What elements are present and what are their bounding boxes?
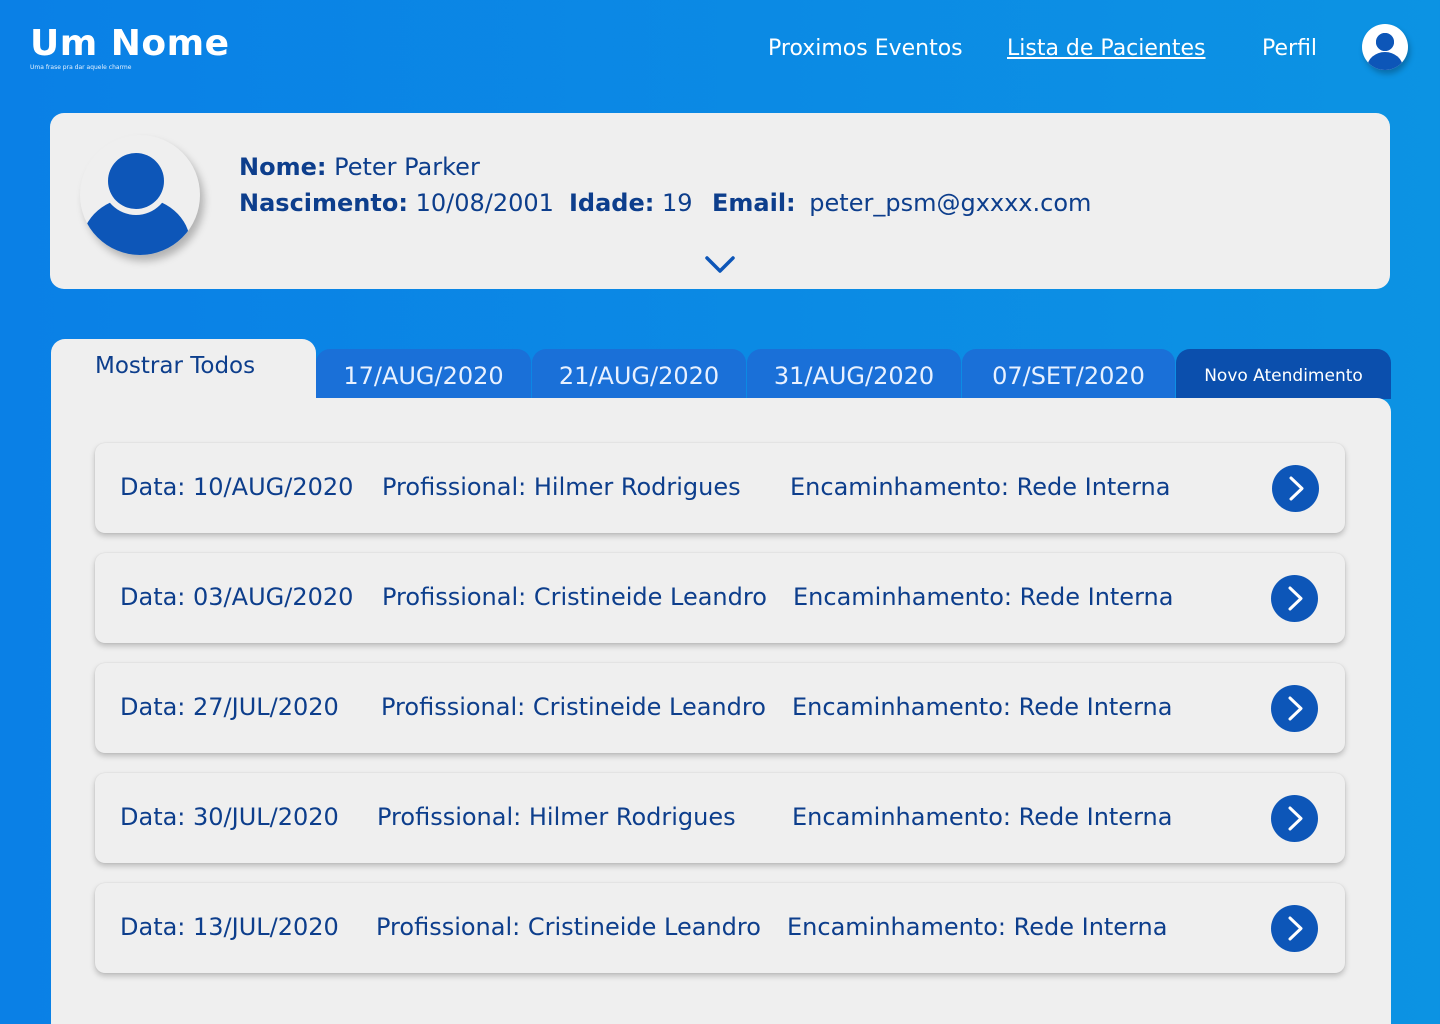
chevron-right-icon bbox=[1288, 916, 1303, 941]
user-avatar-icon bbox=[1367, 30, 1403, 70]
record-row[interactable]: Data: 03/AUG/2020 Profissional: Cristine… bbox=[95, 553, 1345, 643]
nav-proximos-eventos[interactable]: Proximos Eventos bbox=[768, 36, 963, 61]
patient-age: 19 bbox=[662, 189, 693, 217]
record-row[interactable]: Data: 10/AUG/2020 Profissional: Hilmer R… bbox=[95, 443, 1345, 533]
main-nav: Proximos Eventos Lista de Pacientes Perf… bbox=[0, 36, 1440, 66]
patient-birth: 10/08/2001 bbox=[415, 189, 554, 217]
record-professional: Profissional: Hilmer Rodrigues bbox=[382, 473, 741, 501]
tab-date-1[interactable]: 17/AUG/2020 bbox=[316, 349, 531, 399]
record-row[interactable]: Data: 27/JUL/2020 Profissional: Cristine… bbox=[95, 663, 1345, 753]
record-date: Data: 30/JUL/2020 bbox=[120, 803, 339, 831]
user-avatar-icon bbox=[82, 147, 190, 255]
patient-name-row: Nome: Peter Parker bbox=[239, 153, 480, 181]
nav-lista-de-pacientes[interactable]: Lista de Pacientes bbox=[1007, 36, 1206, 61]
record-referral: Encaminhamento: Rede Interna bbox=[787, 913, 1168, 941]
birth-label: Nascimento: bbox=[239, 189, 408, 217]
patient-avatar bbox=[80, 135, 200, 255]
open-record-button[interactable] bbox=[1271, 905, 1318, 952]
tab-date-3[interactable]: 31/AUG/2020 bbox=[747, 349, 961, 399]
record-professional: Profissional: Cristineide Leandro bbox=[382, 583, 767, 611]
record-professional: Profissional: Cristineide Leandro bbox=[381, 693, 766, 721]
record-date: Data: 13/JUL/2020 bbox=[120, 913, 339, 941]
patient-birth-row: Nascimento: 10/08/2001 bbox=[239, 189, 554, 217]
record-date: Data: 10/AUG/2020 bbox=[120, 473, 354, 501]
patient-card: Nome: Peter Parker Nascimento: 10/08/200… bbox=[50, 113, 1390, 289]
patient-email: peter_psm@gxxxx.com bbox=[809, 189, 1092, 217]
chevron-down-icon bbox=[705, 256, 735, 273]
name-label: Nome: bbox=[239, 153, 327, 181]
chevron-right-icon bbox=[1288, 696, 1303, 721]
record-professional: Profissional: Cristineide Leandro bbox=[376, 913, 761, 941]
profile-avatar[interactable] bbox=[1362, 24, 1408, 70]
email-label: Email: bbox=[712, 189, 796, 217]
patient-age-row: Idade: 19 bbox=[569, 189, 693, 217]
tab-mostrar-todos[interactable]: Mostrar Todos bbox=[51, 339, 316, 409]
chevron-right-icon bbox=[1289, 476, 1304, 501]
patient-name: Peter Parker bbox=[334, 153, 480, 181]
record-row[interactable]: Data: 13/JUL/2020 Profissional: Cristine… bbox=[95, 883, 1345, 973]
nav-perfil[interactable]: Perfil bbox=[1262, 36, 1317, 61]
chevron-right-icon bbox=[1288, 586, 1303, 611]
record-referral: Encaminhamento: Rede Interna bbox=[792, 693, 1173, 721]
expand-button[interactable] bbox=[704, 253, 736, 275]
record-referral: Encaminhamento: Rede Interna bbox=[792, 803, 1173, 831]
age-label: Idade: bbox=[569, 189, 655, 217]
record-row[interactable]: Data: 30/JUL/2020 Profissional: Hilmer R… bbox=[95, 773, 1345, 863]
record-referral: Encaminhamento: Rede Interna bbox=[793, 583, 1174, 611]
record-date: Data: 03/AUG/2020 bbox=[120, 583, 354, 611]
record-referral: Encaminhamento: Rede Interna bbox=[790, 473, 1171, 501]
record-date: Data: 27/JUL/2020 bbox=[120, 693, 339, 721]
chevron-right-icon bbox=[1288, 806, 1303, 831]
tab-date-2[interactable]: 21/AUG/2020 bbox=[532, 349, 746, 399]
open-record-button[interactable] bbox=[1271, 795, 1318, 842]
open-record-button[interactable] bbox=[1271, 685, 1318, 732]
tab-date-4[interactable]: 07/SET/2020 bbox=[962, 349, 1175, 399]
open-record-button[interactable] bbox=[1272, 465, 1319, 512]
patient-email-row: Email: peter_psm@gxxxx.com bbox=[712, 189, 1091, 217]
new-appointment-button[interactable]: Novo Atendimento bbox=[1176, 349, 1391, 399]
open-record-button[interactable] bbox=[1271, 575, 1318, 622]
record-professional: Profissional: Hilmer Rodrigues bbox=[377, 803, 736, 831]
